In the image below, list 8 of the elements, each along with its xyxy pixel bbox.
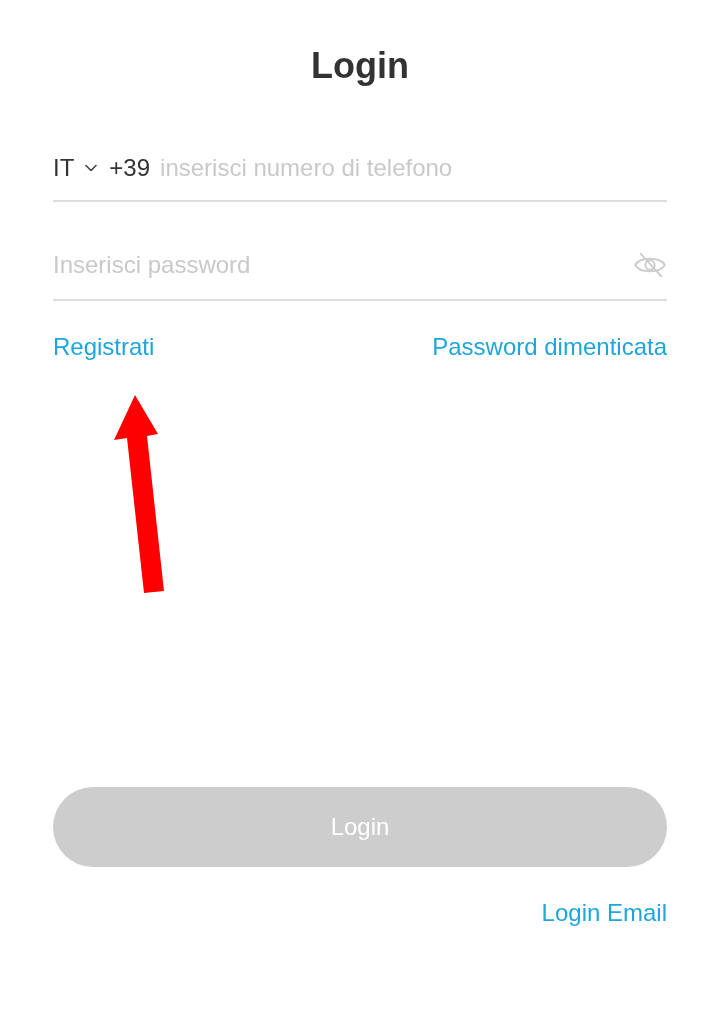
- country-selector[interactable]: IT: [53, 153, 98, 183]
- chevron-down-icon: [85, 164, 98, 172]
- forgot-password-link[interactable]: Password dimenticata: [432, 332, 667, 362]
- eye-off-icon[interactable]: [633, 252, 667, 278]
- register-link[interactable]: Registrati: [53, 332, 155, 362]
- dial-code: +39: [109, 153, 151, 183]
- email-login-link[interactable]: Login Email: [541, 898, 667, 928]
- page-title: Login: [311, 44, 409, 88]
